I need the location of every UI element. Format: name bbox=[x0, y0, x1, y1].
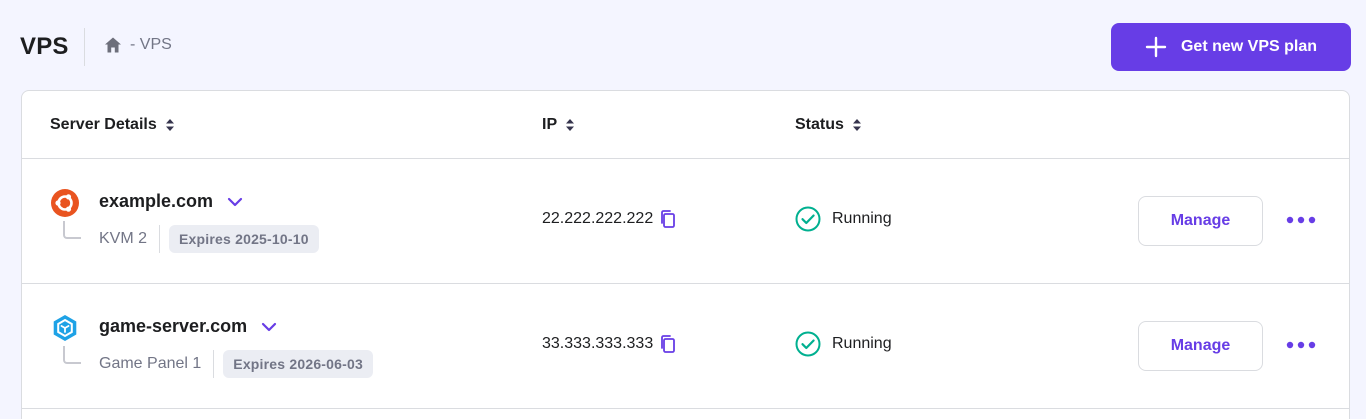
domain-text: game-server.com bbox=[99, 316, 248, 336]
server-domain: example.com bbox=[99, 191, 243, 212]
more-options-icon[interactable] bbox=[1286, 336, 1316, 354]
manage-button[interactable]: Manage bbox=[1138, 196, 1263, 246]
column-label: Server Details bbox=[50, 116, 157, 133]
breadcrumb-current: - VPS bbox=[130, 36, 172, 53]
ubuntu-icon bbox=[50, 188, 80, 218]
status-cell: Running bbox=[795, 206, 892, 232]
plan-divider bbox=[213, 350, 215, 378]
vps-table: Server Details IP Status example.com KVM… bbox=[21, 90, 1350, 419]
more-options-icon[interactable] bbox=[1286, 211, 1316, 229]
game-panel-icon bbox=[50, 313, 80, 343]
home-icon[interactable] bbox=[104, 36, 122, 54]
ip-address: 33.333.333.333 bbox=[542, 335, 654, 352]
expires-badge: Expires 2025-10-10 bbox=[169, 225, 319, 253]
copy-icon[interactable] bbox=[659, 334, 677, 354]
column-header-status[interactable]: Status bbox=[795, 116, 862, 134]
title-divider bbox=[84, 28, 85, 66]
column-header-ip[interactable]: IP bbox=[542, 116, 575, 134]
manage-button[interactable]: Manage bbox=[1138, 321, 1263, 371]
tree-connector bbox=[63, 346, 81, 364]
copy-icon[interactable] bbox=[659, 209, 677, 229]
column-header-server-details[interactable]: Server Details bbox=[50, 116, 175, 134]
status-text: Running bbox=[832, 210, 892, 227]
table-header: Server Details IP Status bbox=[22, 91, 1349, 159]
status-text: Running bbox=[832, 335, 892, 352]
status-cell: Running bbox=[795, 331, 892, 357]
server-plan: Game Panel 1 Expires 2026-06-03 bbox=[99, 350, 373, 378]
plan-divider bbox=[159, 225, 161, 253]
chevron-down-icon[interactable] bbox=[227, 197, 243, 207]
table-row: game-server.com Game Panel 1 Expires 202… bbox=[22, 284, 1349, 409]
cta-label: Get new VPS plan bbox=[1180, 38, 1318, 55]
domain-text: example.com bbox=[99, 191, 214, 211]
check-circle-icon bbox=[795, 331, 821, 357]
table-row: example.com KVM 2 Expires 2025-10-10 22.… bbox=[22, 159, 1349, 284]
sort-icon bbox=[852, 118, 862, 132]
check-circle-icon bbox=[795, 206, 821, 232]
sort-icon bbox=[565, 118, 575, 132]
page-header: VPS - VPS Get new VPS plan bbox=[0, 0, 1366, 92]
ip-cell: 22.222.222.222 bbox=[542, 209, 677, 229]
get-new-vps-plan-button[interactable]: Get new VPS plan bbox=[1111, 23, 1351, 71]
expires-badge: Expires 2026-06-03 bbox=[223, 350, 373, 378]
ip-cell: 33.333.333.333 bbox=[542, 334, 677, 354]
server-plan: KVM 2 Expires 2025-10-10 bbox=[99, 225, 319, 253]
column-label: IP bbox=[542, 116, 558, 133]
plan-name: KVM 2 bbox=[99, 230, 148, 247]
plus-icon bbox=[1145, 36, 1167, 58]
tree-connector bbox=[63, 221, 81, 239]
breadcrumb: - VPS bbox=[104, 36, 172, 54]
vps-page: VPS - VPS Get new VPS plan Server Detail… bbox=[0, 0, 1366, 419]
plan-name: Game Panel 1 bbox=[99, 355, 202, 372]
sort-icon bbox=[165, 118, 175, 132]
ip-address: 22.222.222.222 bbox=[542, 210, 654, 227]
page-title: VPS bbox=[20, 33, 69, 60]
server-domain: game-server.com bbox=[99, 316, 277, 337]
column-label: Status bbox=[795, 116, 844, 133]
chevron-down-icon[interactable] bbox=[261, 322, 277, 332]
